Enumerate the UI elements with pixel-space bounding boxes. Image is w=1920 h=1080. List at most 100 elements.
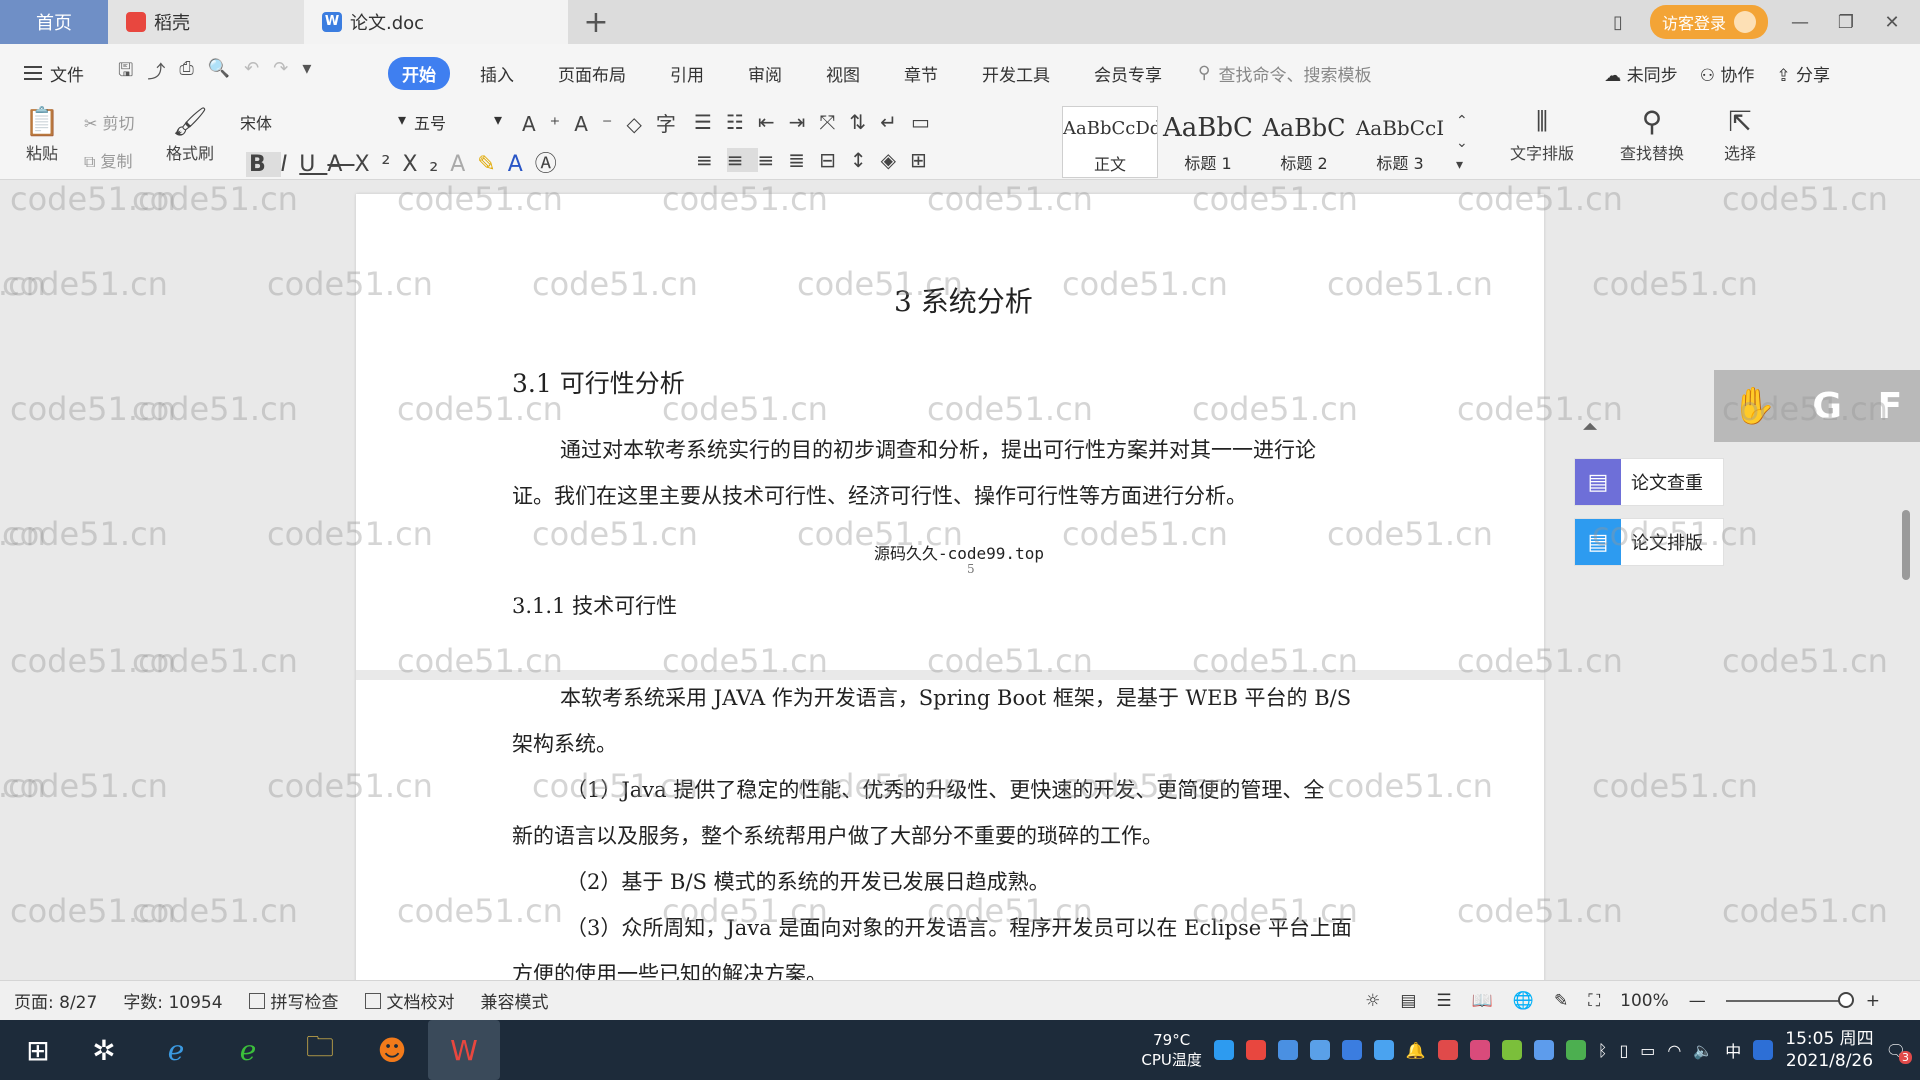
volume-icon[interactable]: 🔈 <box>1693 1041 1713 1060</box>
bold-icon[interactable]: B <box>246 152 281 177</box>
align-center-icon[interactable]: ≡ <box>726 148 758 172</box>
zoom-level[interactable]: 100% <box>1620 991 1669 1011</box>
tray-app-icon[interactable] <box>1469 1040 1490 1060</box>
tray-app-icon[interactable] <box>1533 1040 1554 1060</box>
undo-icon[interactable]: ↶ <box>244 58 259 88</box>
menu-dev-tools[interactable]: 开发工具 <box>968 57 1064 90</box>
sync-status-button[interactable]: ☁ 未同步 <box>1604 61 1677 86</box>
print-icon[interactable]: ⎙ <box>179 58 193 88</box>
underline-icon[interactable]: U <box>299 152 327 177</box>
close-icon[interactable]: ✕ <box>1878 12 1906 33</box>
bluetooth-icon[interactable]: ᛒ <box>1598 1041 1608 1060</box>
borders-icon[interactable]: ⊞ <box>910 148 941 172</box>
numbered-list-icon[interactable]: ☷ <box>726 110 758 134</box>
tab-document[interactable]: W 论文.doc <box>304 0 568 44</box>
battery-icon[interactable]: ▭ <box>1640 1041 1655 1060</box>
hand-icon[interactable]: ✋ <box>1732 385 1777 427</box>
360-browser-icon[interactable]: ℯ <box>222 1024 274 1076</box>
file-menu[interactable]: 文件 <box>0 61 110 86</box>
new-tab-button[interactable]: + <box>568 0 624 44</box>
floating-letter-f[interactable]: F <box>1878 386 1903 427</box>
font-size-select[interactable]: 五号 ▾ <box>414 110 506 136</box>
copy-button[interactable]: ⧉ 复制 <box>84 148 133 172</box>
wps-app-icon[interactable]: W <box>428 1020 500 1080</box>
page-indicator[interactable]: 页面: 8/27 <box>14 988 97 1013</box>
menu-page-layout[interactable]: 页面布局 <box>544 57 640 90</box>
menu-insert[interactable]: 插入 <box>466 57 528 90</box>
zoom-slider-knob[interactable] <box>1837 991 1854 1008</box>
visitor-login-button[interactable]: 访客登录 <box>1649 5 1768 39</box>
tray-app-icon[interactable] <box>1341 1040 1362 1060</box>
tray-app-icon[interactable] <box>1277 1040 1298 1060</box>
show-marks-icon[interactable]: ↵ <box>880 110 911 134</box>
style-heading-1[interactable]: AaBbC 标题 1 <box>1160 106 1256 178</box>
phone-icon[interactable]: ▯ <box>1619 1041 1628 1060</box>
fit-page-icon[interactable]: ⛶ <box>1588 991 1600 1011</box>
wifi-icon[interactable]: ◠ <box>1667 1041 1681 1060</box>
plagiarism-check-button[interactable]: ▤ 论文查重 <box>1574 458 1724 506</box>
format-painter-button[interactable]: 🖌 格式刷 <box>160 104 220 164</box>
pinwheel-app-icon[interactable]: ✲ <box>78 1024 130 1076</box>
style-normal[interactable]: AaBbCcDd 正文 <box>1062 106 1158 178</box>
menu-references[interactable]: 引用 <box>656 57 718 90</box>
zoom-slider[interactable] <box>1725 991 1854 1008</box>
shading-icon[interactable]: ◈ <box>881 148 910 172</box>
redo-icon[interactable]: ↷ <box>273 58 288 88</box>
align-right-icon[interactable]: ≡ <box>758 148 789 172</box>
tab-daoke[interactable]: 稻壳 <box>108 0 304 44</box>
style-heading-3[interactable]: AaBbCcI 标题 3 <box>1352 106 1448 178</box>
web-view-icon[interactable]: 🌐 <box>1513 991 1534 1011</box>
windows-start-icon[interactable]: ⊞ <box>18 1024 58 1076</box>
style-scroll[interactable]: ⌃ ⌄ ▾ <box>1456 110 1468 176</box>
increase-indent-icon[interactable]: ⇥ <box>789 110 820 134</box>
ie-browser-icon[interactable]: ℯ <box>150 1024 202 1076</box>
superscript-icon[interactable]: X² <box>354 152 402 177</box>
tray-app-icon[interactable] <box>1213 1040 1234 1060</box>
document-page[interactable]: 3 系统分析 3.1 可行性分析 通过对本软考系统实行的目的初步调查和分析，提出… <box>356 194 1544 980</box>
collaborate-button[interactable]: ⚇ 协作 <box>1700 61 1755 86</box>
distribute-icon[interactable]: ⊟ <box>819 148 850 172</box>
minimize-icon[interactable]: — <box>1786 12 1814 33</box>
italic-icon[interactable]: I <box>281 152 300 177</box>
find-replace-button[interactable]: ⚲ 查找替换 <box>1604 104 1700 164</box>
chinese-layout-icon[interactable]: ⤧ <box>819 110 849 134</box>
taskbar-clock[interactable]: 15:05 周四 2021/8/26 <box>1785 1028 1873 1072</box>
cut-button[interactable]: ✂ 剪切 <box>84 110 135 134</box>
thesis-format-button[interactable]: ▤ 论文排版 <box>1574 518 1724 566</box>
bullet-list-icon[interactable]: ☰ <box>694 110 726 134</box>
style-heading-2[interactable]: AaBbC 标题 2 <box>1256 106 1352 178</box>
file-explorer-icon[interactable]: 🗀 <box>294 1024 346 1076</box>
justify-icon[interactable]: ≣ <box>788 148 819 172</box>
char-border-icon[interactable]: Ⓐ <box>535 152 569 177</box>
table-tools-icon[interactable]: ▭ <box>911 110 944 134</box>
font-name-select[interactable]: 宋体 ▾ <box>240 110 410 136</box>
paste-button[interactable]: 📋 粘贴 <box>12 104 72 164</box>
menu-review[interactable]: 审阅 <box>734 57 796 90</box>
tray-app-icon[interactable] <box>1309 1040 1330 1060</box>
highlight-icon[interactable]: ✎ <box>477 152 507 177</box>
phonetic-icon[interactable]: 字 <box>656 112 690 136</box>
line-spacing-icon[interactable]: ↕ <box>850 148 881 172</box>
spell-check-toggle[interactable]: 拼写检查 <box>248 988 339 1013</box>
zoom-in-icon[interactable]: + <box>1866 991 1880 1011</box>
tray-app-icon[interactable] <box>1437 1040 1458 1060</box>
menu-view[interactable]: 视图 <box>812 57 874 90</box>
restore-icon[interactable]: ❐ <box>1832 12 1860 33</box>
media-app-icon[interactable]: ☻ <box>366 1024 418 1076</box>
clear-format-icon[interactable]: ◇ <box>627 112 656 136</box>
tray-app-icon[interactable] <box>1565 1040 1586 1060</box>
word-count[interactable]: 字数: 10954 <box>123 988 222 1013</box>
ime-indicator[interactable]: 中 <box>1725 1038 1741 1062</box>
sort-icon[interactable]: ⇅ <box>849 110 880 134</box>
print-preview-icon[interactable]: 🔍 <box>208 58 230 88</box>
eye-protect-icon[interactable]: ☼ <box>1365 991 1380 1011</box>
document-workspace[interactable]: 3 系统分析 3.1 可行性分析 通过对本软考系统实行的目的初步调查和分析，提出… <box>0 180 1920 980</box>
export-icon[interactable]: ⤴ <box>147 58 165 88</box>
notification-icon[interactable]: 🗨 3 <box>1886 1041 1912 1064</box>
strikethrough-icon[interactable]: A <box>327 152 354 177</box>
decrease-indent-icon[interactable]: ⇤ <box>758 110 789 134</box>
select-button[interactable]: ⇱ 选择 <box>1708 104 1772 164</box>
shrink-font-icon[interactable]: A⁻ <box>574 112 626 136</box>
reading-view-icon[interactable]: 📖 <box>1472 991 1493 1011</box>
shield-icon[interactable] <box>1373 1040 1394 1060</box>
